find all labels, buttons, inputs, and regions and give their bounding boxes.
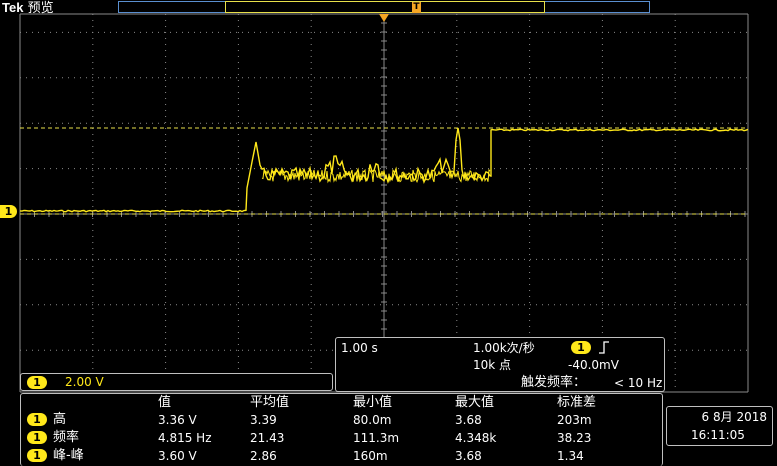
time-per-div: 1.00 s bbox=[341, 341, 378, 355]
graticule bbox=[19, 13, 749, 393]
measurement-std: 1.34 bbox=[557, 449, 584, 463]
measurement-name: 高 bbox=[53, 412, 67, 427]
acquisition-trigger-panel[interactable]: 1.00 s 1.00k次/秒 1 10k 点 -40.0mV 触发频率： < … bbox=[335, 337, 665, 392]
datetime-panel: 6 8月 2018 16:11:05 bbox=[666, 406, 773, 446]
channel-badge: 1 bbox=[27, 376, 47, 389]
row-channel-badge: 1 bbox=[27, 413, 47, 426]
trigger-time-marker-icon[interactable] bbox=[379, 14, 389, 22]
measurements-panel[interactable]: 值 平均值 最小值 最大值 标准差 1 高 3.36 V 3.39 80.0m … bbox=[20, 393, 663, 466]
measurement-max: 3.68 bbox=[455, 413, 482, 427]
measurement-mean: 2.86 bbox=[250, 449, 277, 463]
col-std-header: 标准差 bbox=[557, 395, 597, 410]
measurement-min: 160m bbox=[353, 449, 388, 463]
sample-rate: 1.00k次/秒 bbox=[473, 341, 535, 355]
measurement-row[interactable]: 1 高 3.36 V 3.39 80.0m 3.68 203m bbox=[21, 412, 662, 428]
record-length: 10k 点 bbox=[473, 358, 512, 372]
measurement-value: 3.60 V bbox=[158, 449, 197, 463]
col-value-header: 值 bbox=[158, 395, 172, 410]
measurement-mean: 3.39 bbox=[250, 413, 277, 427]
row-channel-badge: 1 bbox=[27, 449, 47, 462]
channel-scale-value: 2.00 V bbox=[65, 375, 104, 389]
measurement-std: 38.23 bbox=[557, 431, 592, 445]
trigger-frequency-label: 触发频率： bbox=[521, 375, 587, 390]
col-mean-header: 平均值 bbox=[250, 395, 290, 410]
measurement-row[interactable]: 1 峰-峰 3.60 V 2.86 160m 3.68 1.34 bbox=[21, 448, 662, 464]
rising-edge-icon bbox=[599, 341, 609, 354]
measurement-name: 频率 bbox=[53, 430, 80, 445]
trigger-frequency-value: < 10 Hz bbox=[614, 376, 663, 390]
measurement-value: 4.815 Hz bbox=[158, 431, 212, 445]
measurement-min: 111.3m bbox=[353, 431, 400, 445]
row-channel-badge: 1 bbox=[27, 431, 47, 444]
measurement-max: 3.68 bbox=[455, 449, 482, 463]
trigger-channel-badge: 1 bbox=[571, 341, 591, 354]
time-label: 16:11:05 bbox=[691, 428, 745, 442]
col-min-header: 最小值 bbox=[353, 395, 393, 410]
channel-1-ground-marker[interactable]: 1 bbox=[0, 205, 17, 218]
measurement-min: 80.0m bbox=[353, 413, 392, 427]
measurement-name: 峰-峰 bbox=[53, 448, 84, 463]
measurement-std: 203m bbox=[557, 413, 592, 427]
date-label: 6 8月 2018 bbox=[701, 410, 767, 424]
channel-scale-panel[interactable]: 1 2.00 V bbox=[20, 373, 333, 391]
measurement-value: 3.36 V bbox=[158, 413, 197, 427]
measurement-max: 4.348k bbox=[455, 431, 497, 445]
measurement-mean: 21.43 bbox=[250, 431, 285, 445]
col-max-header: 最大值 bbox=[455, 395, 495, 410]
measurement-row[interactable]: 1 频率 4.815 Hz 21.43 111.3m 4.348k 38.23 bbox=[21, 430, 662, 446]
trigger-level: -40.0mV bbox=[568, 358, 619, 372]
